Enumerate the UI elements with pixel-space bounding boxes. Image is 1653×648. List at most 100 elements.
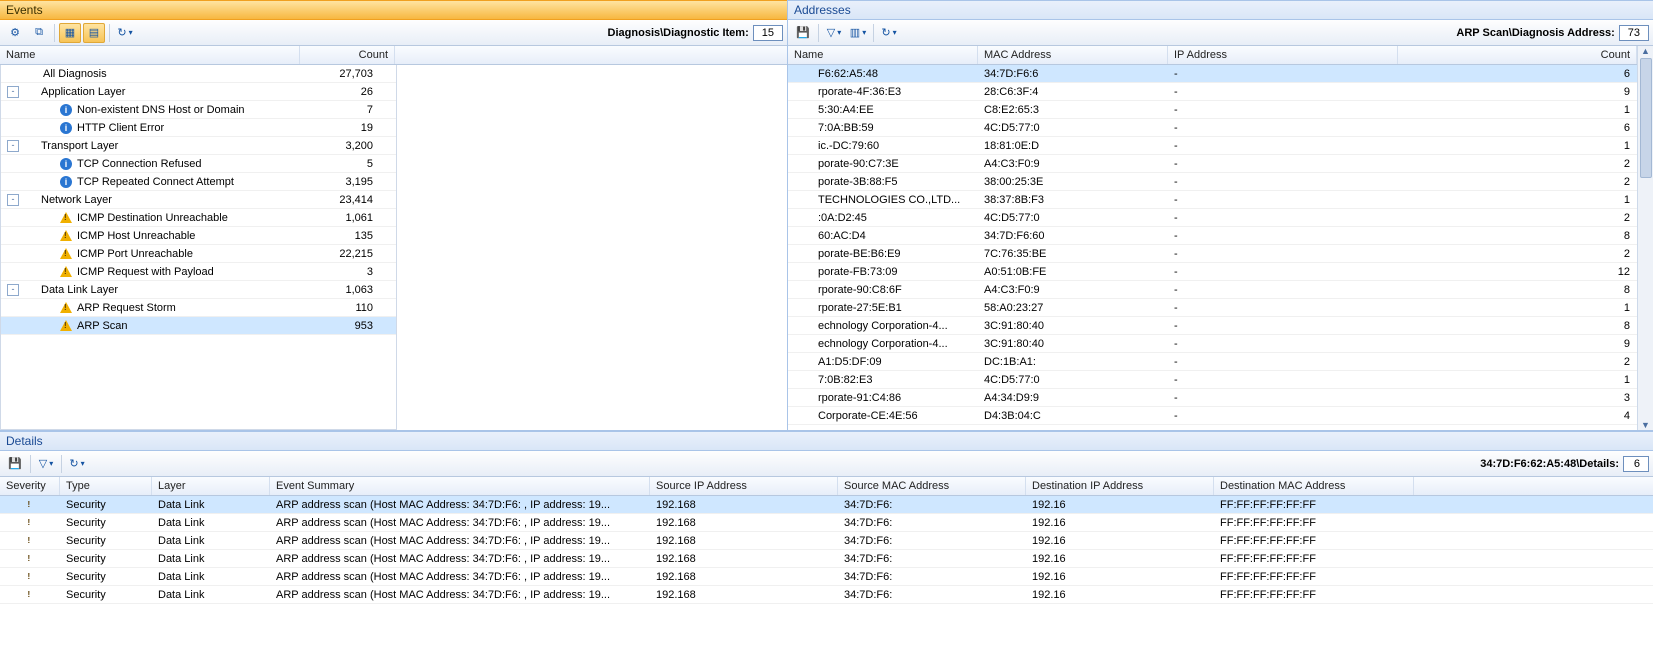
- cell-count: 12: [1398, 266, 1637, 278]
- toolbar-separator: [873, 24, 874, 42]
- col-severity[interactable]: Severity: [0, 477, 60, 495]
- table-row[interactable]: porate-90:C7:3EA4:C3:F0:9-2: [788, 155, 1637, 173]
- table-row[interactable]: Corporate-CE:4E:56D4:3B:04:C-4: [788, 407, 1637, 425]
- details-grid[interactable]: SecurityData LinkARP address scan (Host …: [0, 496, 1653, 648]
- table-row[interactable]: A1:D5:DF:09DC:1B:A1:-2: [788, 353, 1637, 371]
- cell-name: 60:AC:D4: [788, 230, 978, 242]
- events-panel: Events ⚙ ⧉ ▦ ▤ ↻ Diagnosis\Diagnostic It…: [0, 0, 788, 430]
- col-dip[interactable]: Destination IP Address: [1026, 477, 1214, 495]
- table-row[interactable]: 5:30:A4:EEC8:E2:65:3-1: [788, 101, 1637, 119]
- tree-row[interactable]: iHTTP Client Error19: [1, 119, 396, 137]
- table-row[interactable]: SecurityData LinkARP address scan (Host …: [0, 550, 1653, 568]
- col-type[interactable]: Type: [60, 477, 152, 495]
- tree-row[interactable]: iTCP Connection Refused5: [1, 155, 396, 173]
- table-row[interactable]: rporate-90:C8:6FA4:C3:F0:9-8: [788, 281, 1637, 299]
- expand-toggle-icon[interactable]: -: [7, 284, 19, 296]
- save-icon[interactable]: 💾: [792, 23, 814, 43]
- table-row[interactable]: porate-BE:B6:E97C:76:35:BE-2: [788, 245, 1637, 263]
- refresh-icon[interactable]: ↻: [66, 454, 88, 474]
- table-row[interactable]: rporate-27:5E:B158:A0:23:27-1: [788, 299, 1637, 317]
- refresh-icon[interactable]: ↻: [114, 23, 136, 43]
- tree-row[interactable]: iNon-existent DNS Host or Domain7: [1, 101, 396, 119]
- tree-row[interactable]: -Network Layer23,414: [1, 191, 396, 209]
- table-row[interactable]: SecurityData LinkARP address scan (Host …: [0, 514, 1653, 532]
- col-mac[interactable]: MAC Address: [978, 46, 1168, 64]
- save-icon[interactable]: 💾: [4, 454, 26, 474]
- table-row[interactable]: 60:AC:D434:7D:F6:60-8: [788, 227, 1637, 245]
- expand-toggle-icon[interactable]: -: [7, 140, 19, 152]
- gear-icon[interactable]: ⚙: [4, 23, 26, 43]
- toolbar-separator: [109, 24, 110, 42]
- cell-smac: 34:7D:F6:: [838, 571, 1026, 583]
- addresses-grid[interactable]: F6:62:A5:4834:7D:F6:6-6rporate-4F:36:E32…: [788, 65, 1637, 430]
- scroll-down-icon[interactable]: ▼: [1641, 420, 1650, 430]
- tree-row[interactable]: ARP Scan953: [1, 317, 396, 335]
- tree-row[interactable]: ICMP Request with Payload3: [1, 263, 396, 281]
- cell-type: Security: [60, 589, 152, 601]
- cell-ip: -: [1168, 158, 1398, 170]
- tree-label: ICMP Destination Unreachable: [77, 212, 301, 224]
- table-row[interactable]: rporate-4F:36:E328:C6:3F:4-9: [788, 83, 1637, 101]
- addresses-header: Name MAC Address IP Address Count: [788, 46, 1637, 65]
- cell-severity: [0, 571, 60, 583]
- table-row[interactable]: 7:0B:82:E34C:D5:77:0-1: [788, 371, 1637, 389]
- cell-sip: 192.168: [650, 499, 838, 511]
- table-row[interactable]: rporate-91:C4:86A4:34:D9:9-3: [788, 389, 1637, 407]
- tree-row[interactable]: -Data Link Layer1,063: [1, 281, 396, 299]
- tree-row[interactable]: All Diagnosis27,703: [1, 65, 396, 83]
- refresh-icon[interactable]: ↻: [878, 23, 900, 43]
- col-count[interactable]: Count: [1398, 46, 1637, 64]
- columns-icon[interactable]: ▥: [847, 23, 869, 43]
- table-row[interactable]: SecurityData LinkARP address scan (Host …: [0, 586, 1653, 604]
- cell-smac: 34:7D:F6:: [838, 535, 1026, 547]
- tree-row[interactable]: iTCP Repeated Connect Attempt3,195: [1, 173, 396, 191]
- tree-count: 135: [301, 230, 381, 242]
- expand-toggle-icon[interactable]: -: [7, 86, 19, 98]
- scrollbar-thumb[interactable]: [1640, 58, 1652, 178]
- grid1-icon[interactable]: ▦: [59, 23, 81, 43]
- table-row[interactable]: porate-FB:73:09A0:51:0B:FE-12: [788, 263, 1637, 281]
- copy-icon[interactable]: ⧉: [28, 23, 50, 43]
- col-name[interactable]: Name: [0, 46, 300, 64]
- col-sip[interactable]: Source IP Address: [650, 477, 838, 495]
- tree-row[interactable]: -Transport Layer3,200: [1, 137, 396, 155]
- col-name[interactable]: Name: [788, 46, 978, 64]
- filter-icon[interactable]: ▽: [823, 23, 845, 43]
- tree-row[interactable]: ICMP Host Unreachable135: [1, 227, 396, 245]
- grid2-icon[interactable]: ▤: [83, 23, 105, 43]
- cell-ip: -: [1168, 320, 1398, 332]
- table-row[interactable]: SecurityData LinkARP address scan (Host …: [0, 532, 1653, 550]
- tree-row[interactable]: ARP Request Storm110: [1, 299, 396, 317]
- col-summary[interactable]: Event Summary: [270, 477, 650, 495]
- col-ip[interactable]: IP Address: [1168, 46, 1398, 64]
- tree-row[interactable]: -Application Layer26: [1, 83, 396, 101]
- col-layer[interactable]: Layer: [152, 477, 270, 495]
- table-row[interactable]: SecurityData LinkARP address scan (Host …: [0, 496, 1653, 514]
- tree-row[interactable]: ICMP Destination Unreachable1,061: [1, 209, 396, 227]
- table-row[interactable]: :0A:D2:454C:D5:77:0-2: [788, 209, 1637, 227]
- table-row[interactable]: 7:0A:BB:594C:D5:77:0-6: [788, 119, 1637, 137]
- scroll-up-icon[interactable]: ▲: [1641, 46, 1650, 56]
- cell-ip: -: [1168, 248, 1398, 260]
- table-row[interactable]: F6:62:A5:4834:7D:F6:6-6: [788, 65, 1637, 83]
- tree-row[interactable]: ICMP Port Unreachable22,215: [1, 245, 396, 263]
- col-count[interactable]: Count: [300, 46, 395, 64]
- table-row[interactable]: echnology Corporation-4...3C:91:80:40-8: [788, 317, 1637, 335]
- col-dmac[interactable]: Destination MAC Address: [1214, 477, 1414, 495]
- table-row[interactable]: echnology Corporation-4...3C:91:80:40-9: [788, 335, 1637, 353]
- table-row[interactable]: ic.-DC:79:6018:81:0E:D-1: [788, 137, 1637, 155]
- tree-label: ICMP Request with Payload: [77, 266, 301, 278]
- cell-dip: 192.16: [1026, 517, 1214, 529]
- table-row[interactable]: TECHNOLOGIES CO.,LTD...38:37:8B:F3-1: [788, 191, 1637, 209]
- details-title: Details: [0, 431, 1653, 451]
- col-smac[interactable]: Source MAC Address: [838, 477, 1026, 495]
- table-row[interactable]: SecurityData LinkARP address scan (Host …: [0, 568, 1653, 586]
- expand-toggle-icon[interactable]: -: [7, 194, 19, 206]
- vertical-scrollbar[interactable]: ▲ ▼: [1637, 46, 1653, 430]
- events-tree[interactable]: All Diagnosis27,703-Application Layer26i…: [0, 65, 397, 430]
- cell-type: Security: [60, 535, 152, 547]
- filter-icon[interactable]: ▽: [35, 454, 57, 474]
- tree-count: 3,195: [301, 176, 381, 188]
- cell-name: 7:0A:BB:59: [788, 122, 978, 134]
- table-row[interactable]: porate-3B:88:F538:00:25:3E-2: [788, 173, 1637, 191]
